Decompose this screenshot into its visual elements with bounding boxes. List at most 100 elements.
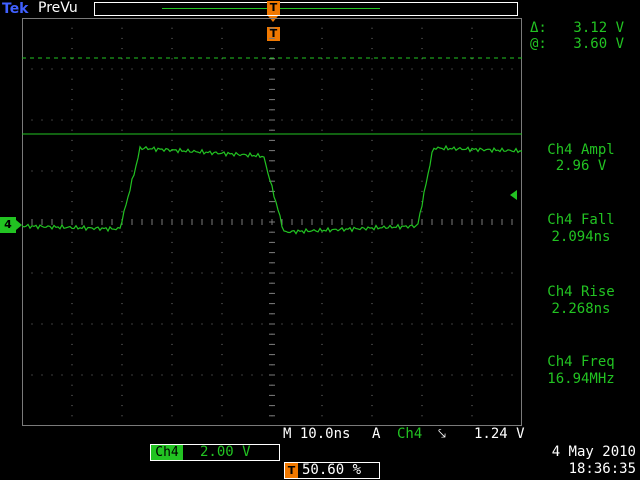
graticule-dot [321,323,323,325]
graticule-dot [471,272,473,274]
graticule-dot [71,27,73,29]
graticule-dot [481,323,483,325]
graticule-dot [221,364,223,366]
graticule-dot [301,323,303,325]
trigger-level-readout[interactable]: 1.24 V [474,426,525,442]
graticule-dot [71,333,73,335]
tek-logo: Tek [2,1,29,17]
graticule-dot [131,272,133,274]
graticule-dot [471,211,473,213]
graticule-dot [131,119,133,121]
graticule-dot [321,405,323,407]
graticule-dot [501,272,503,274]
graticule-dot [391,323,393,325]
graticule-dot [121,109,123,111]
graticule-dot [371,119,373,121]
graticule-dot [251,68,253,70]
graticule-dot [171,394,173,396]
graticule-dot [301,374,303,376]
graticule-dot [471,150,473,152]
graticule-dot [471,354,473,356]
trigger-slope-icon[interactable]: ⤥ [438,426,446,442]
graticule-dot [411,374,413,376]
graticule-dot [391,68,393,70]
graticule-dot [101,374,103,376]
graticule-dot [371,109,373,111]
graticule-dot [171,303,173,305]
graticule-dot [121,78,123,80]
graticule-dot [71,354,73,356]
measurement-freq-value: 16.94MHz [547,371,615,387]
graticule-dot [471,364,473,366]
graticule-dot [91,170,93,172]
graticule-dot [31,170,33,172]
graticule-dot [421,170,423,172]
graticule-dot [371,374,373,376]
graticule-dot [481,272,483,274]
graticule-dot [401,68,403,70]
graticule-dot [151,323,153,325]
graticule-dot [341,170,343,172]
graticule-dot [371,364,373,366]
graticule-dot [121,27,123,29]
graticule-dot [171,323,173,325]
graticule-dot [171,313,173,315]
graticule-dot [421,282,423,284]
graticule-dot [421,150,423,152]
graticule-dot [391,170,393,172]
graticule-dot [251,170,253,172]
measurement-freq-label: Ch4 Freq [547,354,615,370]
measurement-ampl-value: 2.96 V [555,158,607,174]
graticule-dot [321,201,323,203]
trigger-level-arrow-icon[interactable] [510,190,517,200]
graticule-dot [371,292,373,294]
graticule-dot [71,262,73,264]
graticule-dot [121,364,123,366]
graticule-dot [231,323,233,325]
graticule-dot [321,211,323,213]
graticule-dot [31,272,33,274]
graticule-dot [171,252,173,254]
graticule-dot [471,241,473,243]
waveform-graticule[interactable] [22,18,522,426]
graticule-dot [161,119,163,121]
graticule-dot [471,323,473,325]
graticule-dot [121,282,123,284]
graticule-dot [461,170,463,172]
graticule-dot [241,68,243,70]
graticule-dot [61,119,63,121]
graticule-dot [131,323,133,325]
cursor-at-value: 3.60 V [573,36,624,52]
trigger-record-marker[interactable]: T [267,1,280,15]
graticule-dot [371,211,373,213]
graticule-dot [221,78,223,80]
graticule-dot [321,354,323,356]
graticule-dot [401,272,403,274]
graticule-dot [471,119,473,121]
graticule-dot [411,68,413,70]
graticule-dot [71,190,73,192]
graticule-dot [321,333,323,335]
graticule-dot [141,272,143,274]
trigger-source-readout[interactable]: Ch4 [397,426,422,442]
graticule-dot [401,374,403,376]
graticule-dot [231,170,233,172]
graticule-dot [221,27,223,29]
graticule-dot [221,99,223,101]
graticule-dot [341,119,343,121]
graticule-dot [231,272,233,274]
graticule-dot [371,252,373,254]
graticule-dot [221,48,223,50]
graticule-dot [151,272,153,274]
timebase-readout[interactable]: M 10.0ns [283,426,350,442]
ch4-ground-marker[interactable]: 4 [0,217,16,233]
graticule-dot [71,37,73,39]
graticule-dot [441,119,443,121]
graticule-dot [141,119,143,121]
graticule-dot [511,374,513,376]
graticule-dot [421,241,423,243]
graticule-dot [471,78,473,80]
graticule-dot [491,68,493,70]
graticule-dot [351,272,353,274]
graticule-dot [241,170,243,172]
